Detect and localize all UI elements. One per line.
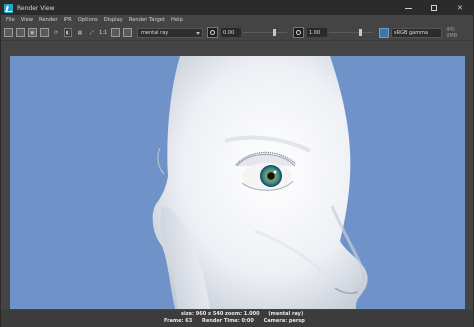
snapshot-icon[interactable]: ▣	[27, 28, 37, 37]
refresh-icon[interactable]: ⟳	[52, 28, 61, 37]
menu-bar: File View Render IPR Options Display Ren…	[1, 15, 473, 25]
color-space-field[interactable]: sRGB gamma	[391, 27, 443, 38]
exposure-slider[interactable]	[242, 28, 288, 37]
exposure-icon[interactable]	[207, 27, 219, 38]
render-time-info: Render Time: 0:00	[202, 318, 254, 324]
minimize-icon	[404, 7, 412, 9]
render-view-window: Render View ✕ File View Render IPR Optio…	[0, 0, 474, 327]
renderer-info: (mental ray)	[268, 311, 304, 317]
rgb-channels-icon[interactable]: ◧	[63, 28, 73, 37]
ratio-button[interactable]: 1:1	[99, 30, 107, 36]
color-management-icon[interactable]	[379, 27, 390, 38]
close-icon: ✕	[457, 4, 463, 12]
renderer-dropdown[interactable]: mental ray	[137, 27, 204, 38]
window-controls: ✕	[395, 1, 473, 15]
status-frame-line: Frame: 63 Render Time: 0:00 Camera: pers…	[164, 318, 313, 324]
ipr-memory-label: IPR: 0MB	[446, 26, 458, 39]
menu-render-target[interactable]: Render Target	[129, 17, 165, 23]
render-frame-icon[interactable]	[4, 28, 13, 37]
exposure-slider-handle[interactable]	[272, 29, 276, 36]
window-title: Render View	[17, 4, 55, 12]
remove-image-icon[interactable]	[123, 28, 133, 37]
menu-display[interactable]: Display	[104, 17, 123, 23]
maya-app-icon	[4, 3, 13, 13]
keep-image-icon[interactable]	[111, 28, 121, 37]
menu-file[interactable]: File	[6, 17, 15, 23]
maximize-button[interactable]	[421, 1, 447, 15]
frame-info: Frame: 63	[164, 318, 193, 324]
title-bar: Render View ✕	[1, 1, 473, 15]
menu-render[interactable]: Render	[39, 17, 57, 23]
menu-options[interactable]: Options	[78, 17, 98, 23]
exposure-field[interactable]: 0.00	[221, 28, 241, 37]
close-button[interactable]: ✕	[447, 1, 473, 15]
gamma-slider[interactable]	[328, 28, 374, 37]
menu-help[interactable]: Help	[171, 17, 183, 23]
render-viewport[interactable]	[10, 56, 465, 309]
size-info: size: 960 x 540 zoom: 1.000	[181, 311, 260, 317]
render-toolbar: ▣ ⟳ ◧ ▦ ⤢ 1:1 mental ray 0.00 1.00 sRGB …	[1, 25, 473, 41]
chevron-down-icon	[196, 31, 201, 35]
render-status-bar: size: 960 x 540 zoom: 1.000 (mental ray)…	[1, 310, 473, 327]
maximize-icon	[431, 5, 437, 11]
renderer-value: mental ray	[141, 29, 169, 36]
gamma-icon[interactable]	[293, 27, 305, 38]
status-size-line: size: 960 x 540 zoom: 1.000 (mental ray)	[181, 311, 303, 317]
camera-info: Camera: persp	[263, 318, 305, 324]
gamma-slider-handle[interactable]	[358, 29, 362, 36]
gamma-field[interactable]: 1.00	[307, 28, 327, 37]
zoom-icon[interactable]: ⤢	[87, 28, 96, 37]
menu-view[interactable]: View	[21, 17, 33, 23]
rgb-label-icon[interactable]: ▦	[75, 28, 84, 37]
rendered-image	[10, 56, 465, 309]
minimize-button[interactable]	[395, 1, 421, 15]
render-region-icon[interactable]	[15, 28, 25, 37]
ipr-icon[interactable]	[39, 28, 49, 37]
menu-ipr[interactable]: IPR	[63, 17, 71, 23]
